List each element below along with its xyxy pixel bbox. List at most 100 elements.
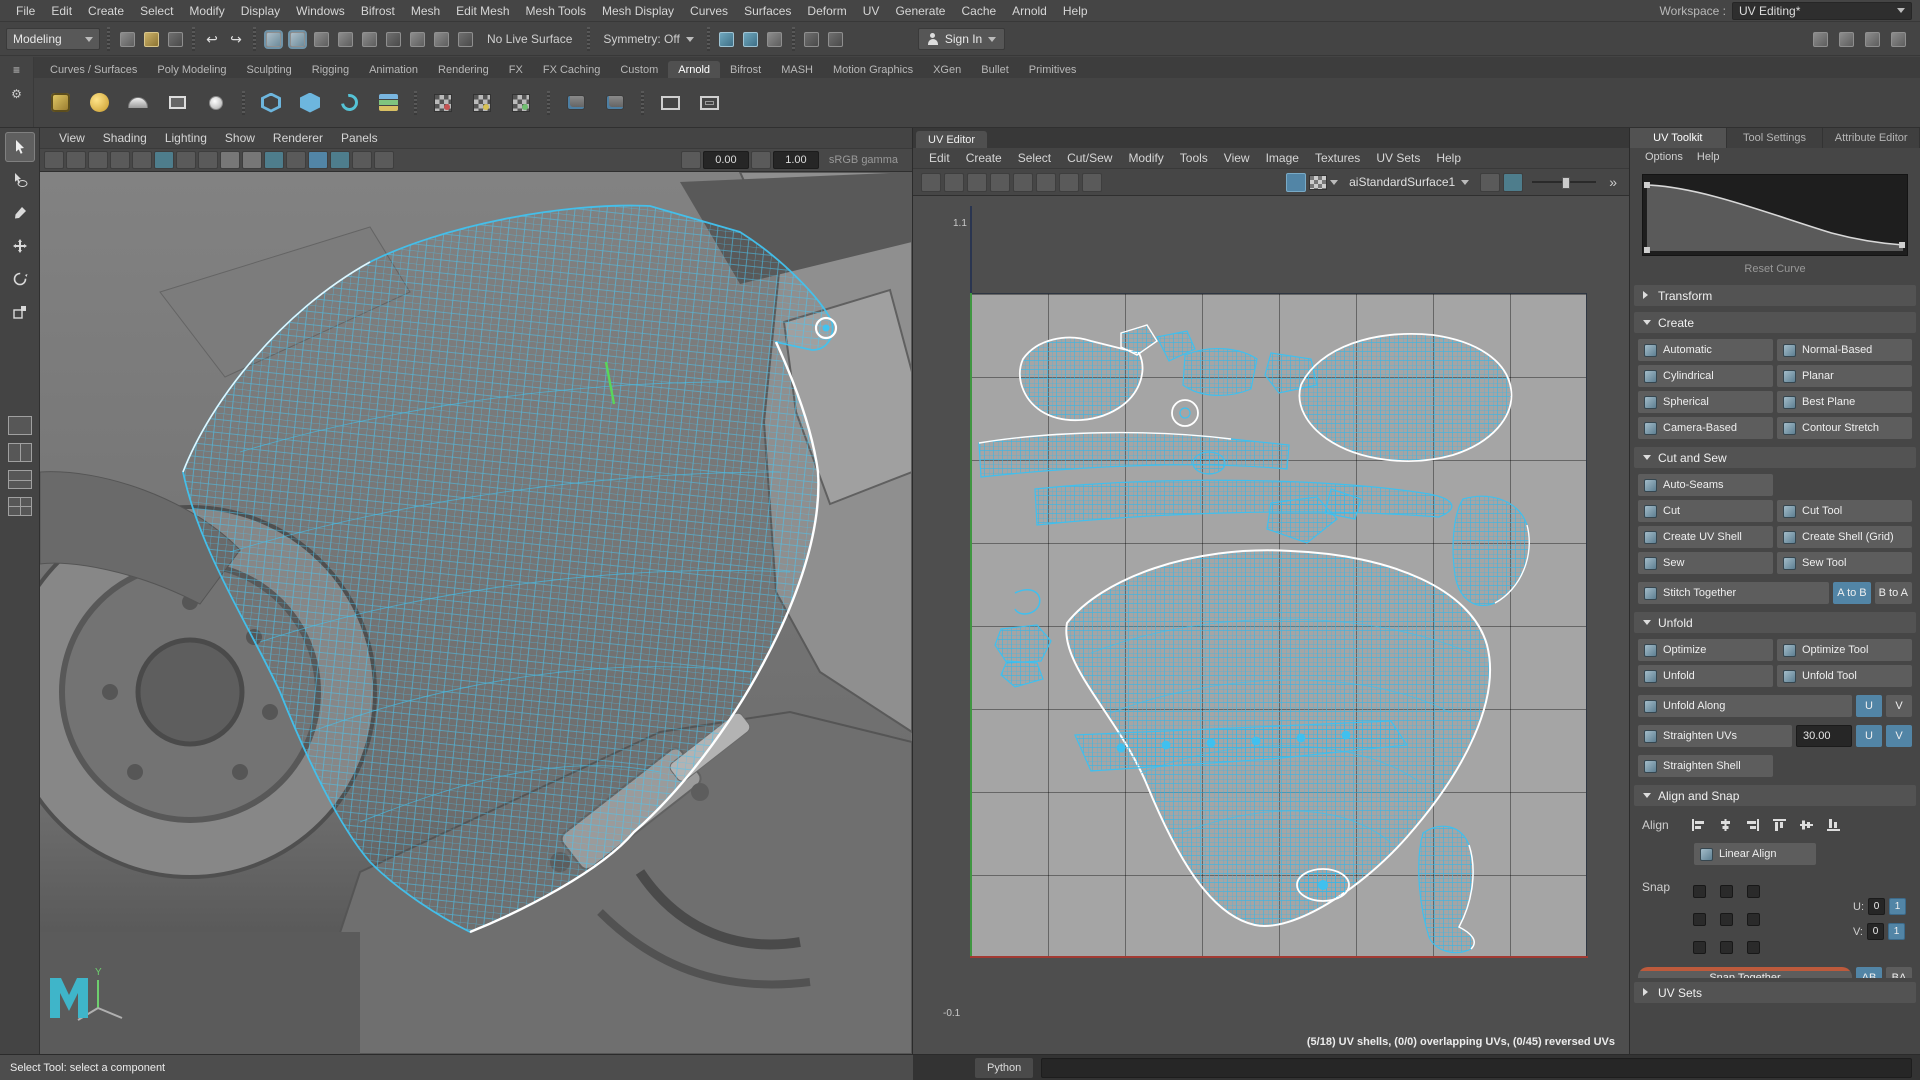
sew-button[interactable]: Sew xyxy=(1638,552,1773,574)
uv-distortion-icon[interactable] xyxy=(1059,172,1079,192)
status-group-grip[interactable] xyxy=(706,27,710,51)
auto-seams-button[interactable]: Auto-Seams xyxy=(1638,474,1773,496)
depth-of-field-icon[interactable] xyxy=(374,151,394,169)
two-d-pan-zoom-icon[interactable] xyxy=(154,151,174,169)
shelf-menu-icon[interactable]: ≡ xyxy=(13,63,20,77)
save-scene-icon[interactable] xyxy=(163,27,187,51)
render-region-icon[interactable] xyxy=(691,85,727,121)
new-scene-icon[interactable] xyxy=(115,27,139,51)
scale-tool[interactable] xyxy=(5,297,35,327)
shelf-tab-rendering[interactable]: Rendering xyxy=(428,61,499,78)
menu-mesh-display[interactable]: Mesh Display xyxy=(594,2,682,20)
menu-edit[interactable]: Edit xyxy=(43,2,80,20)
light-editor-icon[interactable] xyxy=(558,85,594,121)
shelf-tab-curves-surfaces[interactable]: Curves / Surfaces xyxy=(40,61,147,78)
uv-grid-icon[interactable] xyxy=(921,172,941,192)
menu-arnold[interactable]: Arnold xyxy=(1004,2,1055,20)
textured-icon[interactable] xyxy=(242,151,262,169)
viewport-menu-view[interactable]: View xyxy=(50,130,94,146)
cut-button[interactable]: Cut xyxy=(1638,500,1773,522)
section-align-and-snap[interactable]: Align and Snap xyxy=(1634,785,1916,806)
denoiser-icon[interactable] xyxy=(503,85,539,121)
render-selection-icon[interactable] xyxy=(464,85,500,121)
shadows-icon[interactable] xyxy=(286,151,306,169)
sign-in-button[interactable]: Sign In xyxy=(917,28,1006,50)
two-pane-stacked-layout-button[interactable] xyxy=(7,470,32,489)
menu-bifrost[interactable]: Bifrost xyxy=(353,2,403,20)
undo-icon[interactable]: ↩ xyxy=(200,27,224,51)
menu-cache[interactable]: Cache xyxy=(953,2,1004,20)
toolkit-menu-help[interactable]: Help xyxy=(1690,151,1727,163)
camera-based-button[interactable]: Camera-Based xyxy=(1638,417,1773,439)
soft-select-icon[interactable] xyxy=(453,27,477,51)
paint-selection-tool[interactable] xyxy=(5,198,35,228)
flush-caches-icon[interactable] xyxy=(331,85,367,121)
uv-menu-uv-sets[interactable]: UV Sets xyxy=(1368,150,1428,166)
single-pane-layout-button[interactable] xyxy=(7,416,32,435)
tx-manager-icon[interactable] xyxy=(370,85,406,121)
checker-map-icon[interactable] xyxy=(1309,174,1328,190)
shelf-tab-fx-caching[interactable]: FX Caching xyxy=(533,61,610,78)
optimize-tool-button[interactable]: Optimize Tool xyxy=(1777,639,1912,661)
aov-browser-icon[interactable] xyxy=(597,85,633,121)
menu-display[interactable]: Display xyxy=(233,2,288,20)
status-group-grip[interactable] xyxy=(791,27,795,51)
section-cut-and-sew[interactable]: Cut and Sew xyxy=(1634,447,1916,468)
use-all-lights-icon[interactable] xyxy=(264,151,284,169)
best-plane-button[interactable]: Best Plane xyxy=(1777,391,1912,413)
move-tool[interactable] xyxy=(5,231,35,261)
ai-standard-surface-icon[interactable] xyxy=(42,85,78,121)
physical-sky-icon[interactable] xyxy=(81,85,117,121)
sidebar-toggle-icon[interactable] xyxy=(1808,27,1832,51)
volume-icon[interactable] xyxy=(292,85,328,121)
uv-snap-icon[interactable] xyxy=(944,172,964,192)
snap-projected-center-icon[interactable] xyxy=(333,27,357,51)
section-transform[interactable]: Transform xyxy=(1634,285,1916,306)
shelf-tab-bifrost[interactable]: Bifrost xyxy=(720,61,771,78)
shelf-tab-custom[interactable]: Custom xyxy=(610,61,668,78)
menu-mesh[interactable]: Mesh xyxy=(403,2,448,20)
align-u-center-button[interactable] xyxy=(1714,815,1736,835)
render-view-icon[interactable] xyxy=(652,85,688,121)
stitch-b-to-a-button[interactable]: B to A xyxy=(1874,582,1912,604)
uv-menu-help[interactable]: Help xyxy=(1428,150,1469,166)
snap-view-plane-icon[interactable] xyxy=(357,27,381,51)
image-dim-slider[interactable] xyxy=(1532,175,1597,189)
snap-together-button[interactable]: Snap Together xyxy=(1638,967,1852,978)
rotate-tool[interactable] xyxy=(5,264,35,294)
command-language-button[interactable]: Python xyxy=(975,1057,1034,1078)
unfold-button[interactable]: Unfold xyxy=(1638,665,1773,687)
snap-v-1-button[interactable]: 1 xyxy=(1888,923,1905,940)
uv-menu-select[interactable]: Select xyxy=(1010,150,1059,166)
menu-deform[interactable]: Deform xyxy=(799,2,854,20)
open-scene-icon[interactable] xyxy=(139,27,163,51)
uv-tile-layout-icon[interactable] xyxy=(990,172,1010,192)
image-ratio-icon[interactable] xyxy=(1480,172,1501,192)
section-unfold[interactable]: Unfold xyxy=(1634,612,1916,633)
tab-tool-settings[interactable]: Tool Settings xyxy=(1726,128,1824,148)
section-create[interactable]: Create xyxy=(1634,312,1916,333)
linear-align-button[interactable]: Linear Align xyxy=(1694,843,1816,865)
snap-checkbox[interactable] xyxy=(1747,884,1760,898)
shelf-tab-motion-graphics[interactable]: Motion Graphics xyxy=(823,61,923,78)
stitch-a-to-b-button[interactable]: A to B xyxy=(1833,582,1871,604)
lasso-tool[interactable] xyxy=(5,165,35,195)
unfold-tool-button[interactable]: Unfold Tool xyxy=(1777,665,1912,687)
viewport-menu-panels[interactable]: Panels xyxy=(332,130,387,146)
align-u-max-button[interactable] xyxy=(1741,815,1763,835)
snap-u-0-button[interactable]: 0 xyxy=(1868,898,1885,915)
camera-attributes-icon[interactable] xyxy=(88,151,108,169)
menu-surfaces[interactable]: Surfaces xyxy=(736,2,799,20)
straighten-u-button[interactable]: U xyxy=(1856,725,1882,747)
shelf-tab-primitives[interactable]: Primitives xyxy=(1019,61,1087,78)
select-camera-icon[interactable] xyxy=(44,151,64,169)
live-surface-field[interactable]: No Live Surface xyxy=(477,28,582,50)
shelf-tab-mash[interactable]: MASH xyxy=(771,61,823,78)
straighten-angle-field[interactable]: 30.00 xyxy=(1796,725,1852,747)
tab-attribute-editor[interactable]: Attribute Editor xyxy=(1823,128,1920,148)
toolkit-menu-options[interactable]: Options xyxy=(1638,151,1690,163)
motion-blur-icon[interactable] xyxy=(330,151,350,169)
tool-settings-toggle-icon[interactable] xyxy=(1834,27,1858,51)
unfold-along-u-button[interactable]: U xyxy=(1856,695,1882,717)
four-pane-layout-button[interactable] xyxy=(7,497,32,516)
